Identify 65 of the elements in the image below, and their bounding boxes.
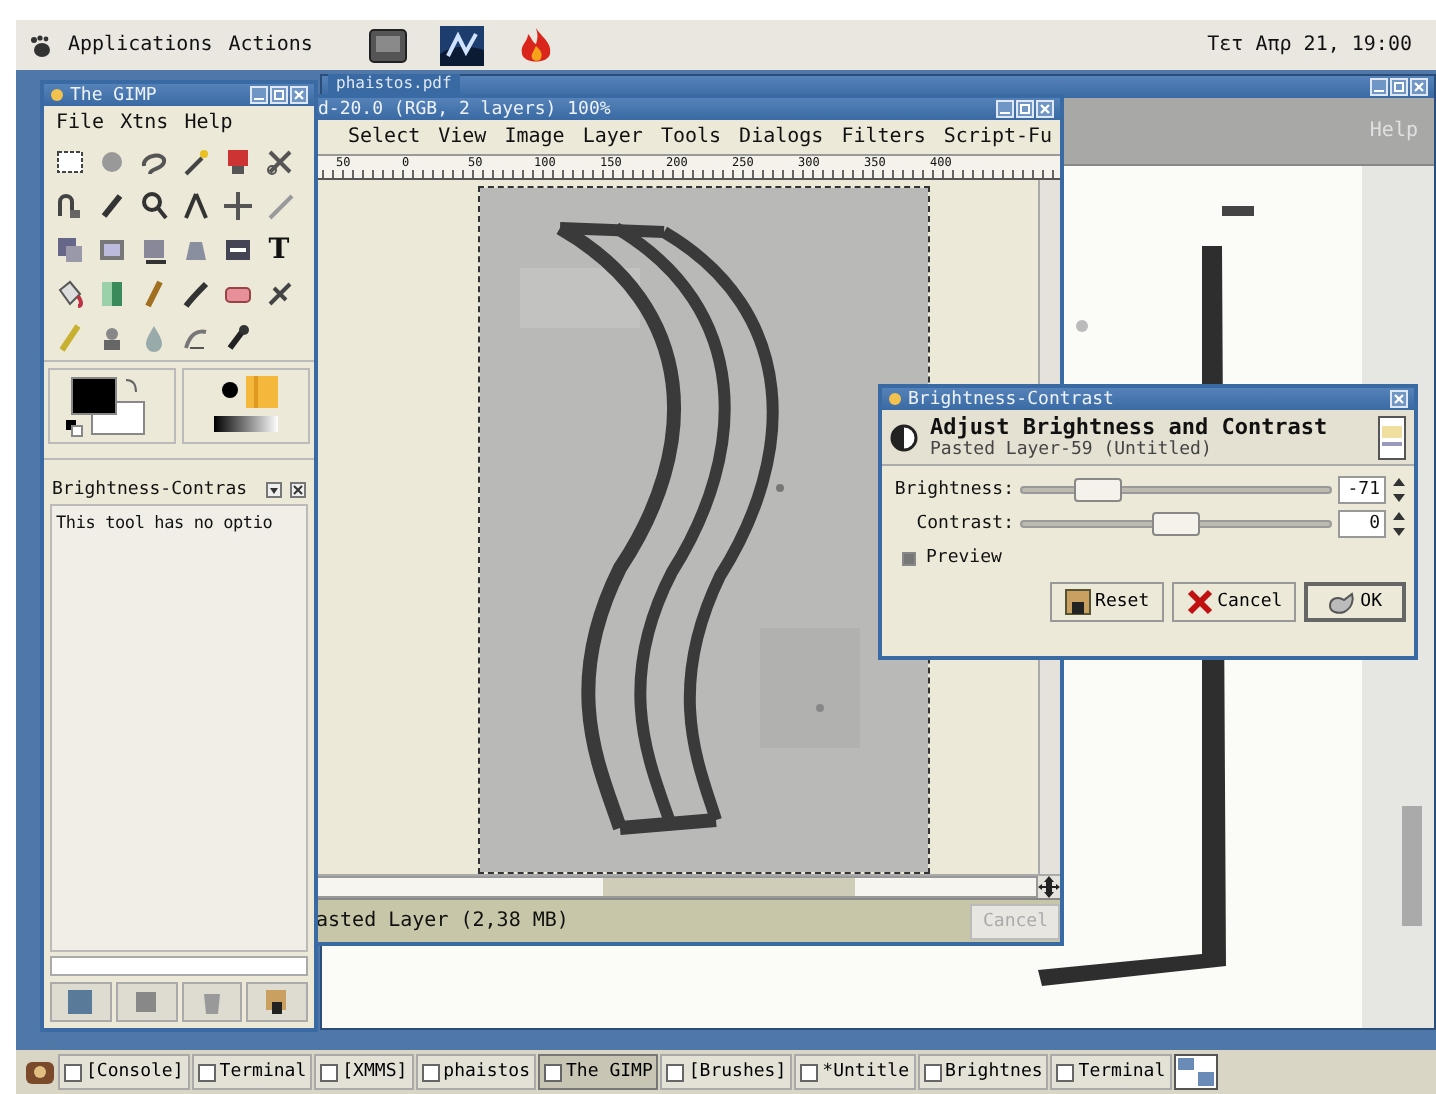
tool-icon[interactable]: [53, 146, 85, 178]
maximize-icon[interactable]: [1016, 100, 1034, 118]
window-icon: [800, 1063, 819, 1081]
options-text: This tool has no optio: [56, 514, 275, 534]
tool-icon[interactable]: [221, 234, 253, 266]
window-icon: [64, 1063, 82, 1081]
tool-icon[interactable]: [263, 146, 295, 178]
menu-icon[interactable]: [24, 1056, 56, 1088]
panel-menu[interactable]: Applications: [68, 34, 213, 56]
dock-button[interactable]: [246, 982, 308, 1022]
taskbar-button[interactable]: Terminal: [191, 1054, 313, 1090]
monitor-icon[interactable]: [368, 27, 409, 63]
window-icon: [923, 1063, 942, 1081]
menu-item[interactable]: Filters: [841, 126, 926, 148]
menu-item[interactable]: Script-Fu: [943, 126, 1053, 148]
menu-item[interactable]: View: [438, 126, 487, 148]
tool-icon[interactable]: [179, 146, 211, 178]
taskbar-button[interactable]: phaistos: [415, 1054, 537, 1090]
tool-icon[interactable]: [137, 190, 169, 222]
window-icon: [197, 1063, 216, 1081]
menu-item[interactable]: Help: [184, 112, 233, 134]
taskbar-button[interactable]: Terminal: [1050, 1054, 1172, 1090]
maximize-icon[interactable]: [1390, 78, 1408, 96]
tool-icon[interactable]: [221, 190, 253, 222]
scrollbar[interactable]: [50, 956, 308, 976]
square-icon: [64, 986, 97, 1018]
window-icon: [666, 1063, 685, 1081]
maximize-icon[interactable]: [270, 86, 288, 104]
tool-icon[interactable]: [53, 190, 85, 222]
clock-text: Τετ Απρ 21, 19:00: [1207, 34, 1412, 56]
window-icon: [1056, 1063, 1075, 1081]
window-title: The GIMP: [70, 85, 159, 105]
taskbar-button[interactable]: [Brushes]: [660, 1054, 793, 1090]
tool-icon[interactable]: [179, 278, 211, 310]
taskbar-button[interactable]: *Untitle: [794, 1054, 916, 1090]
menu-item[interactable]: Xtns: [120, 112, 169, 134]
dock-tab[interactable]: Brightness-Contras: [52, 480, 258, 500]
close-icon[interactable]: [290, 482, 306, 498]
menu-item[interactable]: Tools: [660, 126, 722, 148]
tab-menu-icon[interactable]: [266, 482, 282, 498]
workspace-icon[interactable]: [1173, 1054, 1218, 1090]
window-icon: [544, 1063, 563, 1081]
menu-item[interactable]: Select: [348, 126, 421, 148]
text-tool-button[interactable]: T: [268, 234, 290, 266]
window-icon: [421, 1063, 440, 1081]
taskbar-button[interactable]: The GIMP: [538, 1054, 659, 1090]
menu-item[interactable]: File: [56, 112, 105, 134]
minimize-icon[interactable]: [996, 100, 1014, 118]
menu-item[interactable]: Layer: [582, 126, 643, 148]
taskbar-button[interactable]: [XMMS]: [314, 1054, 414, 1090]
tool-icon[interactable]: [53, 278, 85, 310]
minimize-icon[interactable]: [1370, 78, 1388, 96]
foot-icon[interactable]: [28, 33, 52, 57]
taskbar-button[interactable]: Brightnes: [917, 1054, 1049, 1090]
menu-item[interactable]: Dialogs: [739, 126, 824, 148]
minimize-icon[interactable]: [250, 86, 268, 104]
window-icon: [320, 1063, 339, 1081]
window-title: d-20.0 (RGB, 2 layers) 100%: [318, 99, 613, 119]
panel-menu[interactable]: Actions: [228, 34, 313, 56]
tool-icon[interactable]: [179, 190, 211, 222]
tool-icon[interactable]: [263, 278, 295, 310]
window-title: phaistos.pdf: [328, 74, 460, 94]
taskbar-button[interactable]: [Console]: [58, 1054, 190, 1090]
menu-item[interactable]: Image: [504, 126, 565, 148]
night-logo-icon[interactable]: [440, 25, 485, 65]
